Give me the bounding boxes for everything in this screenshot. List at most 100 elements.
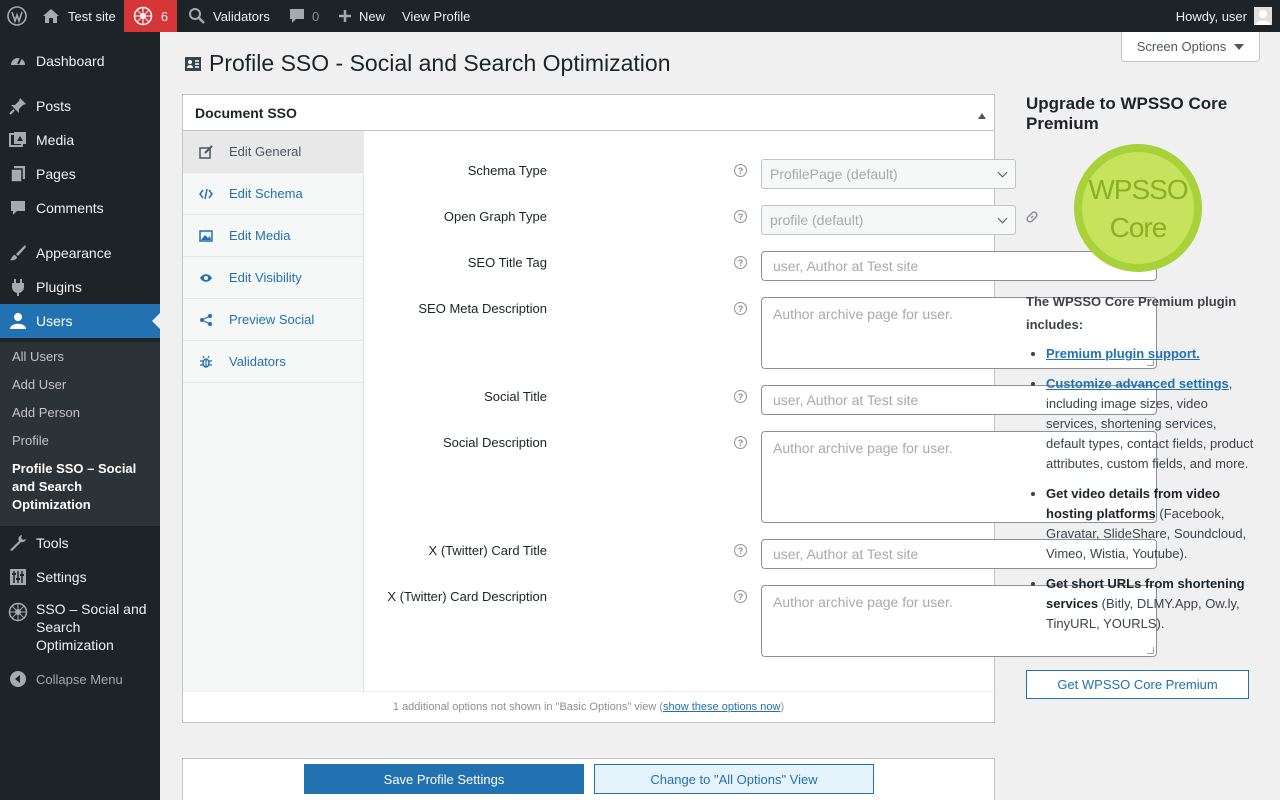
image-icon xyxy=(199,229,229,243)
social-title-label: Social Title xyxy=(484,389,547,404)
admin-menu: Dashboard Posts Media Pages Comments App… xyxy=(0,32,160,800)
menu-tools[interactable]: Tools xyxy=(0,526,160,560)
help-icon[interactable]: ? xyxy=(734,256,747,269)
submenu-all-users[interactable]: All Users xyxy=(12,348,152,366)
submenu-profile[interactable]: Profile xyxy=(12,432,152,450)
schema-type-value: ProfilePage (default) xyxy=(770,166,898,182)
tab-edit-schema[interactable]: Edit Schema xyxy=(183,173,364,215)
sso-notices-button[interactable]: 6 xyxy=(124,0,177,32)
tab-edit-media[interactable]: Edit Media xyxy=(183,215,364,257)
code-icon xyxy=(199,187,229,201)
screen-options-button[interactable]: Screen Options xyxy=(1121,32,1260,62)
tab-label: Edit Media xyxy=(229,228,291,243)
options-footnote: 1 additional options not shown in "Basic… xyxy=(183,691,994,722)
users-icon xyxy=(0,312,36,330)
save-profile-button[interactable]: Save Profile Settings xyxy=(304,764,584,794)
og-type-label: Open Graph Type xyxy=(443,209,547,224)
menu-settings[interactable]: Settings xyxy=(0,560,160,594)
tab-label: Preview Social xyxy=(229,312,315,327)
tab-preview-social[interactable]: Preview Social xyxy=(183,299,364,341)
avatar-icon xyxy=(1256,10,1270,25)
sso-notice-count: 6 xyxy=(160,8,169,24)
tab-edit-general[interactable]: Edit General xyxy=(183,131,364,173)
x-title-label: X (Twitter) Card Title xyxy=(428,543,547,558)
promo-feature-list: Premium plugin support. Customize advanc… xyxy=(1046,344,1256,644)
upgrade-promo: Upgrade to WPSSO Core Premium WPSSO Core… xyxy=(1026,94,1256,699)
footnote-prefix: 1 additional options not shown in "Basic… xyxy=(392,701,664,713)
menu-posts[interactable]: Posts xyxy=(0,89,160,123)
menu-media[interactable]: Media xyxy=(0,123,160,157)
tab-edit-visibility[interactable]: Edit Visibility xyxy=(183,257,364,299)
help-icon[interactable]: ? xyxy=(734,590,747,603)
menu-label: Posts xyxy=(36,98,72,114)
tab-validators[interactable]: Validators xyxy=(183,341,364,383)
my-account-menu[interactable]: Howdy, user xyxy=(1168,0,1280,32)
promo-title: Upgrade to WPSSO Core Premium xyxy=(1026,94,1228,133)
help-icon[interactable]: ? xyxy=(734,164,747,177)
site-name-link[interactable]: Test site xyxy=(34,0,124,32)
tab-label: Edit Schema xyxy=(229,186,303,201)
menu-label: Comments xyxy=(36,200,104,216)
menu-comments[interactable]: Comments xyxy=(0,191,160,225)
menu-label: Tools xyxy=(36,535,69,551)
avatar xyxy=(1254,7,1272,25)
comments-count: 0 xyxy=(312,8,320,24)
change-view-button[interactable]: Change to "All Options" View xyxy=(594,764,874,794)
submenu-profile-sso[interactable]: Profile SSO – Social and Search Optimiza… xyxy=(12,460,152,514)
new-content-menu[interactable]: New xyxy=(332,0,391,32)
customize-settings-link[interactable]: Customize advanced settings xyxy=(1046,376,1229,391)
collapse-menu-button[interactable]: Collapse Menu xyxy=(0,662,160,696)
list-item: Premium plugin support. xyxy=(1046,344,1256,364)
menu-sso[interactable]: SSO – Social and Search Optimization xyxy=(0,594,160,664)
footnote-suffix: ) xyxy=(780,701,785,713)
menu-label: Plugins xyxy=(36,279,82,295)
wordpress-logo-button[interactable] xyxy=(0,0,34,32)
menu-label: Media xyxy=(36,132,75,148)
premium-support-link[interactable]: Premium plugin support. xyxy=(1046,346,1200,361)
wpsso-logo: WPSSO Core xyxy=(1074,144,1202,272)
menu-label: Pages xyxy=(36,166,76,182)
comments-link[interactable]: 0 xyxy=(282,0,325,32)
schema-type-label: Schema Type xyxy=(467,163,547,178)
menu-plugins[interactable]: Plugins xyxy=(0,270,160,304)
help-icon[interactable]: ? xyxy=(734,302,747,315)
help-icon[interactable]: ? xyxy=(734,390,747,403)
link-icon[interactable] xyxy=(1025,210,1039,227)
eye-icon xyxy=(199,271,229,285)
menu-pages[interactable]: Pages xyxy=(0,157,160,191)
promo-intro: The WPSSO Core Premium plugin includes: xyxy=(1026,294,1237,332)
metabox-header[interactable]: Document SSO xyxy=(183,95,994,131)
social-desc-label: Social Description xyxy=(442,435,547,450)
appearance-icon xyxy=(0,244,36,262)
view-profile-link[interactable]: View Profile xyxy=(396,0,476,32)
chevron-down-icon xyxy=(997,167,1008,178)
og-type-select[interactable]: profile (default) xyxy=(761,205,1016,235)
new-label: New xyxy=(359,8,386,24)
menu-dashboard[interactable]: Dashboard xyxy=(0,44,160,78)
tools-icon xyxy=(0,534,36,552)
get-premium-button[interactable]: Get WPSSO Core Premium xyxy=(1026,670,1249,699)
submenu-add-person[interactable]: Add Person xyxy=(12,404,152,422)
menu-label: Appearance xyxy=(36,245,112,261)
media-icon xyxy=(0,131,36,149)
plugins-icon xyxy=(0,278,36,296)
howdy-text: Howdy, user xyxy=(1175,8,1247,24)
plus-icon xyxy=(339,10,351,22)
menu-appearance[interactable]: Appearance xyxy=(0,236,160,270)
help-icon[interactable]: ? xyxy=(734,544,747,557)
page-title-text: Profile SSO - Social and Search Optimiza… xyxy=(209,50,671,76)
edit-general-form: Schema Type ? ProfilePage (default) Open… xyxy=(365,131,1157,691)
help-icon[interactable]: ? xyxy=(734,210,747,223)
collapse-toggle-icon[interactable] xyxy=(978,109,986,119)
dashboard-icon xyxy=(0,52,36,70)
menu-users[interactable]: Users xyxy=(0,304,160,338)
validators-menu[interactable]: Validators xyxy=(182,0,276,32)
submenu-add-user[interactable]: Add User xyxy=(12,376,152,394)
schema-type-select[interactable]: ProfilePage (default) xyxy=(761,159,1016,189)
menu-label: Settings xyxy=(36,569,87,585)
list-item: Get short URLs from shortening services … xyxy=(1046,574,1256,634)
help-icon[interactable]: ? xyxy=(734,436,747,449)
logo-ring xyxy=(1082,152,1194,264)
show-options-link[interactable]: show these options now xyxy=(663,701,780,713)
menu-label: Collapse Menu xyxy=(36,671,123,687)
